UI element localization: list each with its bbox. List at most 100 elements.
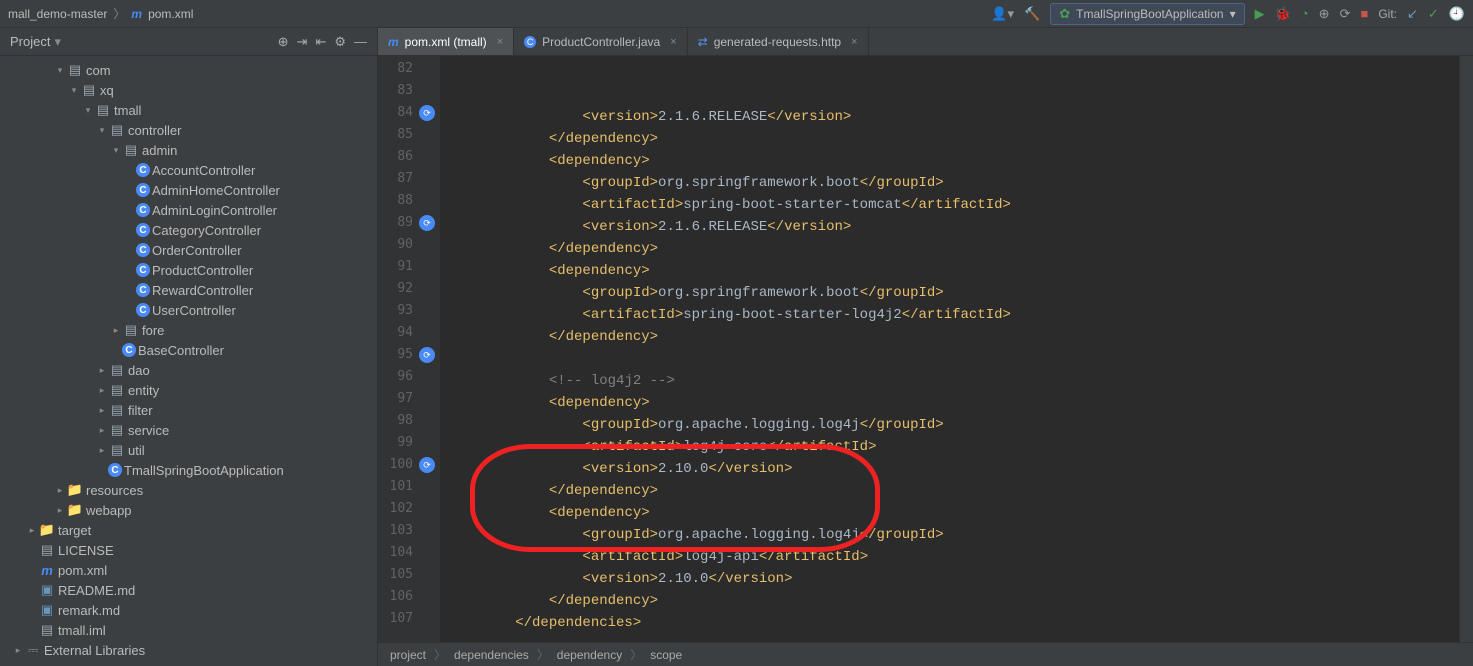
breadcrumb-item[interactable]: project [390, 648, 426, 662]
tree-arrow-icon[interactable]: ▸ [96, 445, 108, 456]
tree-item[interactable]: ▸▤tmall.iml [0, 620, 377, 640]
code-line[interactable]: <artifactId>spring-boot-starter-log4j2</… [440, 304, 1459, 326]
close-icon[interactable]: × [497, 36, 503, 48]
tree-item[interactable]: ▸CCategoryController [0, 220, 377, 240]
tree-item[interactable]: ▸CUserController [0, 300, 377, 320]
code-line[interactable]: </dependency> [440, 238, 1459, 260]
build-icon[interactable]: 🔨 [1024, 6, 1040, 22]
editor-tab[interactable]: ⇄generated-requests.http× [688, 28, 869, 55]
gutter-maven-icon[interactable]: ⟳ [419, 347, 435, 363]
tree-arrow-icon[interactable]: ▸ [96, 425, 108, 436]
hide-icon[interactable]: — [354, 34, 367, 50]
stop-icon[interactable]: ■ [1360, 6, 1368, 21]
structure-breadcrumb[interactable]: project〉dependencies〉dependency〉scope [378, 642, 1473, 666]
tree-item[interactable]: ▾▤com [0, 60, 377, 80]
breadcrumb-root[interactable]: mall_demo-master [8, 7, 107, 21]
vcs-commit-icon[interactable]: ✓ [1428, 6, 1439, 22]
tree-arrow-icon[interactable]: ▾ [82, 105, 94, 116]
tree-item[interactable]: ▸▤LICENSE [0, 540, 377, 560]
editor-tab[interactable]: CProductController.java× [514, 28, 688, 55]
gutter-maven-icon[interactable]: ⟳ [419, 457, 435, 473]
close-icon[interactable]: × [851, 36, 857, 48]
code-line[interactable]: <groupId>org.apache.logging.log4j</group… [440, 414, 1459, 436]
tree-item[interactable]: ▸CAdminLoginController [0, 200, 377, 220]
chevron-down-icon[interactable]: ▾ [54, 34, 61, 50]
tree-item[interactable]: ▾▤xq [0, 80, 377, 100]
tree-item[interactable]: ▸▤dao [0, 360, 377, 380]
breadcrumb-item[interactable]: dependencies [454, 648, 529, 662]
tree-item[interactable]: ▸CAccountController [0, 160, 377, 180]
profiler-icon[interactable]: ⊕ [1319, 6, 1330, 22]
code-line[interactable]: <version>2.10.0</version> [440, 568, 1459, 590]
code-line[interactable]: </dependency> [440, 128, 1459, 150]
breadcrumb-file[interactable]: pom.xml [148, 7, 193, 21]
run-icon[interactable]: ▶ [1255, 6, 1265, 22]
vcs-history-icon[interactable]: 🕘 [1449, 6, 1465, 22]
gutter-maven-icon[interactable]: ⟳ [419, 105, 435, 121]
code-line[interactable] [440, 348, 1459, 370]
code-line[interactable]: <artifactId>log4j-core</artifactId> [440, 436, 1459, 458]
code-line[interactable]: </dependency> [440, 480, 1459, 502]
run-config-selector[interactable]: ✿ TmallSpringBootApplication ▾ [1050, 3, 1244, 25]
collapse-all-icon[interactable]: ⇤ [315, 34, 326, 50]
tree-item[interactable]: ▸COrderController [0, 240, 377, 260]
tree-arrow-icon[interactable]: ▸ [26, 525, 38, 536]
tree-item[interactable]: ▸CRewardController [0, 280, 377, 300]
tree-arrow-icon[interactable]: ▾ [96, 125, 108, 136]
tree-item[interactable]: ▸▣remark.md [0, 600, 377, 620]
tree-arrow-icon[interactable]: ▾ [68, 85, 80, 96]
code-line[interactable]: </dependency> [440, 590, 1459, 612]
editor-tab[interactable]: mpom.xml (tmall)× [378, 28, 514, 55]
tree-item[interactable]: ▸▤filter [0, 400, 377, 420]
coverage-icon[interactable]: ◔ [1301, 6, 1309, 21]
tree-item[interactable]: ▸▤fore [0, 320, 377, 340]
code-line[interactable]: </dependency> [440, 326, 1459, 348]
code-line[interactable]: <dependency> [440, 260, 1459, 282]
tree-item[interactable]: ▸▤service [0, 420, 377, 440]
project-tree[interactable]: ▾▤com▾▤xq▾▤tmall▾▤controller▾▤admin▸CAcc… [0, 56, 377, 666]
code-line[interactable]: <artifactId>log4j-api</artifactId> [440, 546, 1459, 568]
code-line[interactable]: <!-- log4j2 --> [440, 370, 1459, 392]
tree-item[interactable]: ▸▤entity [0, 380, 377, 400]
tree-item[interactable]: ▸▤util [0, 440, 377, 460]
tree-item[interactable]: ▾▤tmall [0, 100, 377, 120]
code-line[interactable]: <groupId>org.springframework.boot</group… [440, 282, 1459, 304]
code-line[interactable] [440, 634, 1459, 642]
tree-item[interactable]: ▸📁resources [0, 480, 377, 500]
tree-item[interactable]: ▸📁target [0, 520, 377, 540]
editor-code[interactable]: <version>2.1.6.RELEASE</version> </depen… [440, 56, 1459, 642]
tree-arrow-icon[interactable]: ▸ [12, 645, 24, 656]
debug-icon[interactable]: 🐞 [1275, 6, 1291, 22]
tree-arrow-icon[interactable]: ▸ [110, 325, 122, 336]
tree-item[interactable]: ▸CTmallSpringBootApplication [0, 460, 377, 480]
code-line[interactable]: <dependency> [440, 150, 1459, 172]
tree-item[interactable]: ▾▤admin [0, 140, 377, 160]
tree-item[interactable]: ▸CBaseController [0, 340, 377, 360]
settings-icon[interactable]: ⚙ [334, 34, 346, 50]
tree-item[interactable]: ▸📁webapp [0, 500, 377, 520]
tree-item[interactable]: ▸mpom.xml [0, 560, 377, 580]
attach-icon[interactable]: ⟳ [1340, 6, 1351, 22]
tree-arrow-icon[interactable]: ▸ [96, 405, 108, 416]
breadcrumb-item[interactable]: dependency [557, 648, 622, 662]
tree-item[interactable]: ▸⎓External Libraries [0, 640, 377, 660]
project-title[interactable]: Project [10, 34, 50, 49]
breadcrumb-item[interactable]: scope [650, 648, 682, 662]
code-line[interactable]: <groupId>org.springframework.boot</group… [440, 172, 1459, 194]
code-line[interactable]: <version>2.1.6.RELEASE</version> [440, 216, 1459, 238]
code-line[interactable]: <version>2.10.0</version> [440, 458, 1459, 480]
tree-arrow-icon[interactable]: ▾ [110, 145, 122, 156]
gutter-maven-icon[interactable]: ⟳ [419, 215, 435, 231]
tree-arrow-icon[interactable]: ▸ [54, 485, 66, 496]
select-opened-file-icon[interactable]: ⊕ [278, 34, 289, 50]
tree-arrow-icon[interactable]: ▾ [54, 65, 66, 76]
code-line[interactable]: </dependencies> [440, 612, 1459, 634]
tree-arrow-icon[interactable]: ▸ [96, 385, 108, 396]
vcs-update-icon[interactable]: ↙ [1407, 6, 1418, 22]
tree-item[interactable]: ▾▤controller [0, 120, 377, 140]
expand-all-icon[interactable]: ⇥ [297, 34, 308, 50]
code-line[interactable]: <groupId>org.apache.logging.log4j</group… [440, 524, 1459, 546]
code-line[interactable]: <dependency> [440, 392, 1459, 414]
tree-arrow-icon[interactable]: ▸ [54, 505, 66, 516]
tree-item[interactable]: ▸CProductController [0, 260, 377, 280]
